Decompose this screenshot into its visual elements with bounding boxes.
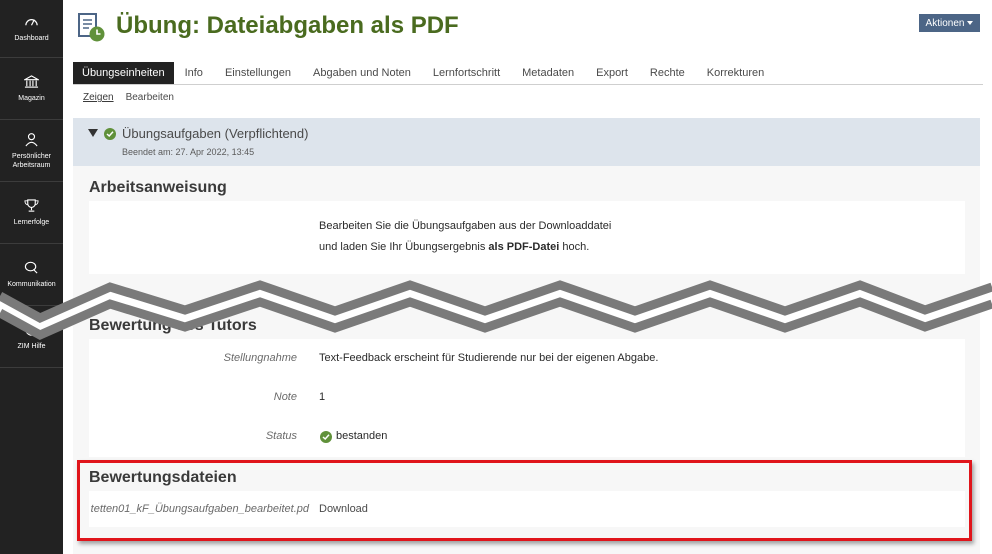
tutor-evaluation-title: Bewertung des Tutors: [89, 317, 257, 334]
sidebar-item-label: Kommunikation: [7, 281, 56, 288]
caret-down-icon: [967, 21, 974, 25]
sidebar-item-label: Lernerfolge: [13, 219, 50, 226]
instructions-box: Bearbeiten Sie die Übungsaufgaben aus de…: [89, 201, 965, 274]
tab-lernfortschritt[interactable]: Lernfortschritt: [422, 62, 511, 84]
tutor-evaluation-box: Stellungnahme Text-Feedback erscheint fü…: [89, 339, 965, 457]
page-title: Übung: Dateiabgaben als PDF: [116, 12, 459, 39]
sidebar-item-magazin[interactable]: Magazin: [0, 58, 63, 120]
dashboard-icon: [25, 19, 38, 26]
user-icon: [25, 132, 38, 146]
subtab-bar: Zeigen Bearbeiten: [83, 92, 174, 103]
pdf-emphasis: als PDF-Datei: [488, 241, 560, 253]
sidebar-item-label: ZIM Hilfe: [17, 343, 46, 350]
help-icon: [25, 323, 38, 336]
subtab-bearbeiten[interactable]: Bearbeiten: [126, 92, 174, 103]
highlight-feedback-files: [77, 460, 972, 541]
chat-icon: [24, 261, 38, 274]
status-label: Status: [265, 430, 297, 442]
tab-metadaten[interactable]: Metadaten: [511, 62, 585, 84]
sidebar-item-kommunikation[interactable]: Kommunikation: [0, 244, 63, 306]
assignment-end-date: Beendet am: 27. Apr 2022, 13:45: [122, 147, 255, 157]
passed-check-icon: [320, 431, 332, 443]
library-icon: [24, 75, 39, 88]
sidebar-item-label: Magazin: [18, 95, 45, 102]
tab-export[interactable]: Export: [585, 62, 639, 84]
exercise-icon: [78, 13, 105, 42]
sidebar-item-lernerfolge[interactable]: Lernerfolge: [0, 182, 63, 244]
instructions-line-1: Bearbeiten Sie die Übungsaufgaben aus de…: [319, 220, 612, 232]
statement-value: Text-Feedback erscheint für Studierende …: [319, 352, 659, 364]
instructions-line-2: und laden Sie Ihr Übungsergebnis als PDF…: [319, 241, 590, 253]
grade-label: Note: [273, 391, 297, 403]
tab-info[interactable]: Info: [174, 62, 214, 84]
actions-button[interactable]: Aktionen: [919, 14, 980, 32]
actions-label: Aktionen: [925, 17, 965, 29]
tab-rechte[interactable]: Rechte: [639, 62, 696, 84]
statement-label: Stellungnahme: [223, 352, 297, 364]
instructions-title: Arbeitsanweisung: [89, 179, 227, 196]
tab-abgaben-und-noten[interactable]: Abgaben und Noten: [302, 62, 422, 84]
sidebar-item-dashboard[interactable]: Dashboard: [0, 0, 63, 58]
status-value: bestanden: [336, 430, 388, 442]
tab-divider: [73, 84, 983, 85]
sidebar-item-arbeitsraum[interactable]: Persönlicher Arbeitsraum: [0, 120, 63, 182]
assignment-header[interactable]: Übungsaufgaben (Verpflichtend) Beendet a…: [73, 118, 980, 166]
sidebar-item-label: Persönlicher Arbeitsraum: [12, 152, 51, 169]
tab-uebungseinheiten[interactable]: Übungseinheiten: [73, 62, 174, 84]
subtab-zeigen[interactable]: Zeigen: [83, 92, 114, 103]
main-menu-sidebar: Dashboard Magazin Persönlicher Arbeitsra…: [0, 0, 63, 554]
sidebar-item-zim-hilfe[interactable]: ZIM Hilfe: [0, 306, 63, 368]
tab-einstellungen[interactable]: Einstellungen: [214, 62, 302, 84]
grade-value: 1: [319, 391, 326, 403]
completed-check-icon: [104, 128, 116, 140]
tab-bar: Übungseinheiten Info Einstellungen Abgab…: [73, 62, 775, 84]
tab-korrekturen[interactable]: Korrekturen: [696, 62, 775, 84]
collapse-triangle-icon[interactable]: [88, 129, 98, 137]
assignment-title: Übungsaufgaben (Verpflichtend): [122, 126, 309, 141]
sidebar-item-label: Dashboard: [14, 35, 49, 42]
trophy-icon: [24, 199, 39, 212]
